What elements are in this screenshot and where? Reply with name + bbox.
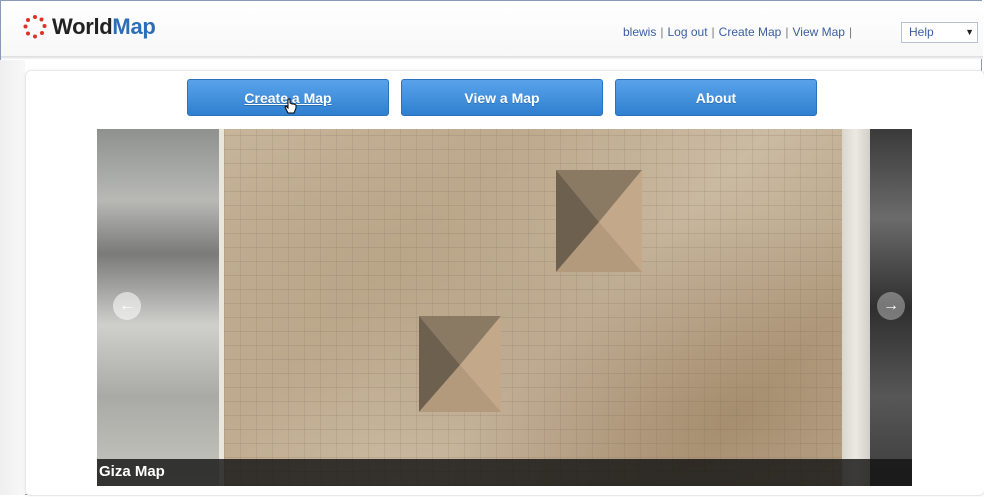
nav-separator: | bbox=[711, 25, 715, 39]
map-ruins-texture bbox=[224, 129, 864, 486]
header-divider bbox=[1, 56, 983, 59]
caption-bar: Giza Map bbox=[97, 459, 912, 486]
logo-text-world: World bbox=[52, 14, 113, 39]
help-dropdown[interactable]: Help ▼ bbox=[901, 22, 978, 43]
logo-text-map: Map bbox=[112, 14, 156, 39]
create-map-link[interactable]: Create Map bbox=[719, 25, 782, 39]
nav-separator: | bbox=[848, 25, 853, 39]
map-road bbox=[842, 129, 870, 486]
view-map-button-label: View a Map bbox=[464, 89, 540, 106]
view-map-link[interactable]: View Map bbox=[792, 25, 844, 39]
worldmap-logo-icon bbox=[23, 15, 47, 39]
arrow-left-icon[interactable]: ← bbox=[113, 292, 141, 320]
pyramid-shape bbox=[556, 170, 642, 272]
nav-separator: | bbox=[785, 25, 789, 39]
map-slideshow[interactable]: ← → Giza Map bbox=[97, 129, 912, 486]
slide-caption[interactable]: Giza Map bbox=[99, 463, 165, 480]
pyramid-shape bbox=[419, 316, 501, 412]
dropdown-arrow-icon: ▼ bbox=[965, 27, 974, 37]
arrow-right-icon[interactable]: → bbox=[877, 292, 905, 320]
nav-separator: | bbox=[660, 25, 664, 39]
view-map-button[interactable]: View a Map bbox=[401, 79, 603, 116]
logout-link[interactable]: Log out bbox=[667, 25, 707, 39]
logo[interactable]: WorldMap bbox=[22, 14, 156, 40]
logo-text: WorldMap bbox=[52, 14, 156, 40]
hand-cursor-icon bbox=[284, 98, 297, 114]
about-button[interactable]: About bbox=[615, 79, 817, 116]
help-dropdown-value: Help bbox=[909, 25, 934, 39]
user-link[interactable]: blewis bbox=[623, 25, 656, 39]
about-button-label: About bbox=[695, 89, 737, 106]
top-nav: blewis | Log out | Create Map | View Map… bbox=[623, 25, 856, 39]
left-gutter bbox=[0, 60, 25, 495]
